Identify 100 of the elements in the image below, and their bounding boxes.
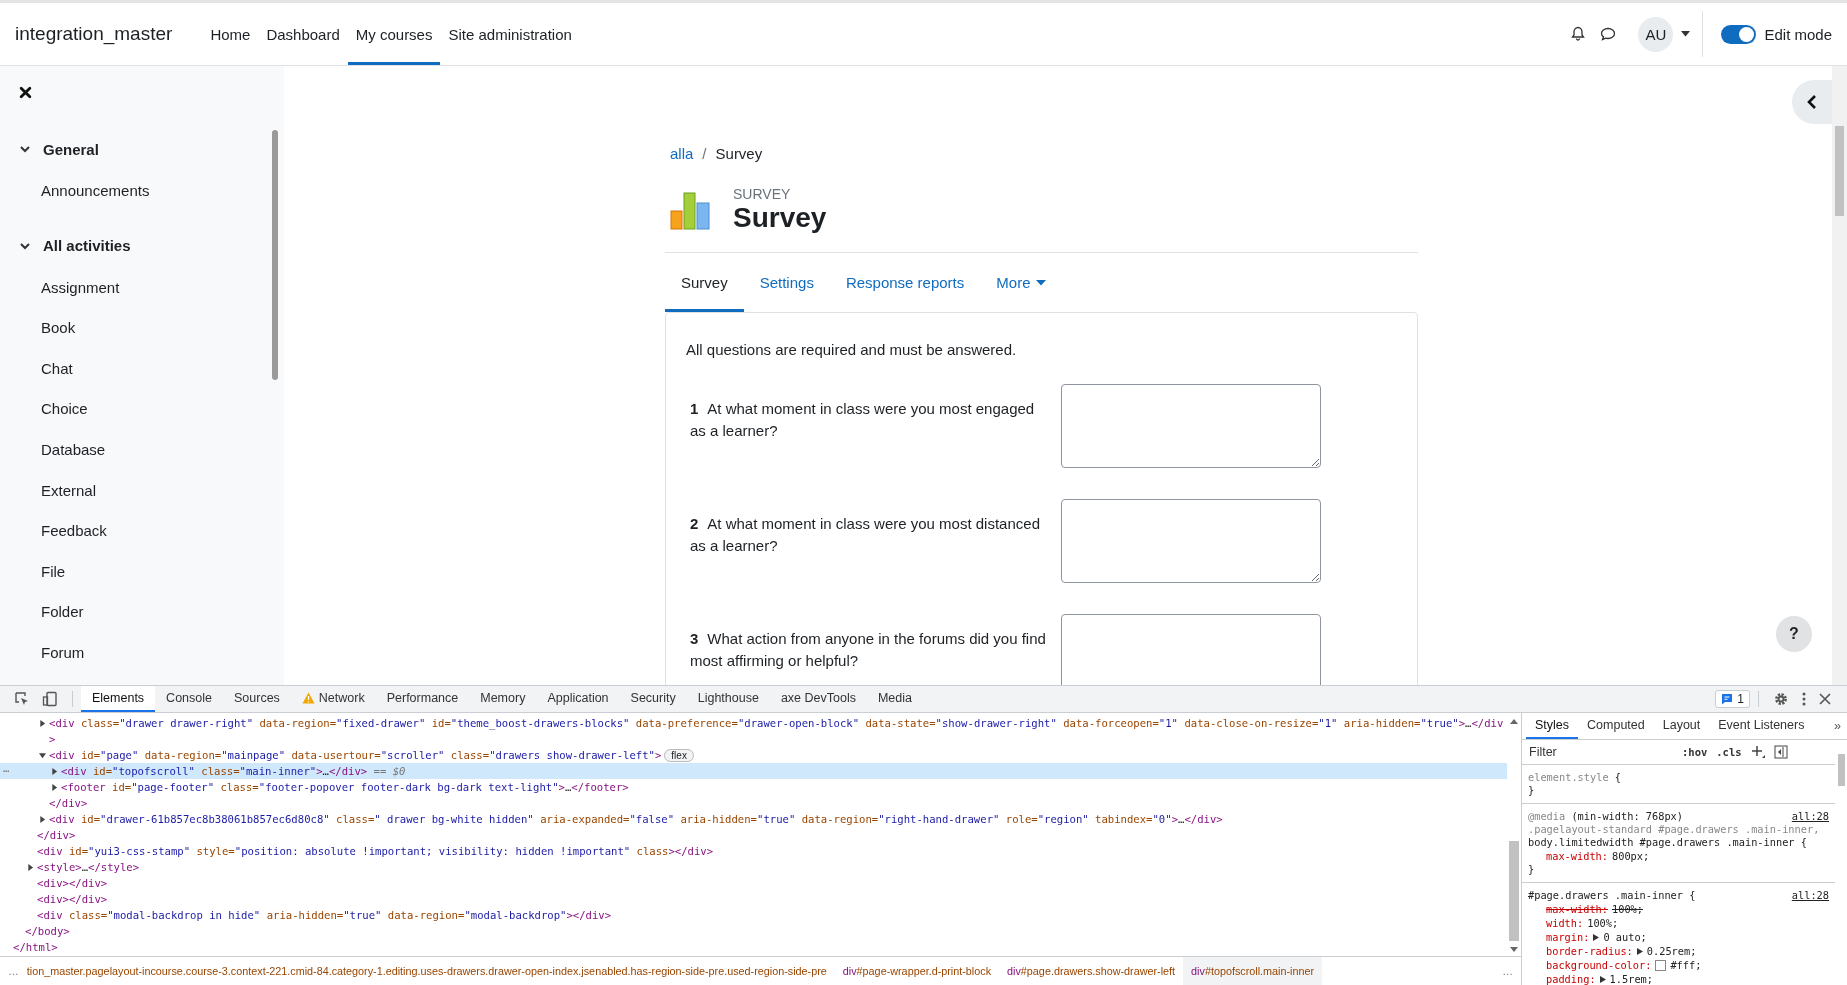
site-name[interactable]: integration_master bbox=[15, 23, 173, 45]
activity-link[interactable]: Announcements bbox=[19, 171, 272, 212]
dom-row[interactable]: <div id="drawer-61b857ec8b38061b857ec6d80c8" class=" drawer bg-white hidden" aria-expanded="false" aria-hidden="true" data-region="right-hand-drawer" role="region" tabindex="0">…</div> bbox=[0, 811, 1507, 827]
dom-row[interactable]: </div> bbox=[0, 795, 1507, 811]
scrollbar-thumb[interactable] bbox=[272, 130, 278, 380]
devtools-tab[interactable]: Console bbox=[155, 686, 223, 712]
css-value[interactable]: 100%; bbox=[1612, 902, 1643, 916]
triangle-icon[interactable] bbox=[51, 768, 58, 775]
hov-button[interactable]: :hov bbox=[1682, 745, 1708, 759]
triangle-icon[interactable] bbox=[1636, 947, 1643, 955]
activity-link[interactable]: Choice bbox=[19, 389, 272, 430]
triangle-icon[interactable] bbox=[39, 720, 46, 727]
css-property[interactable]: background-color: bbox=[1546, 958, 1652, 972]
activity-link[interactable]: Database bbox=[19, 429, 272, 471]
settings-icon[interactable] bbox=[1773, 691, 1789, 707]
dom-row[interactable]: <div></div> bbox=[0, 875, 1507, 891]
more-menu-tab[interactable]: More bbox=[980, 265, 1063, 312]
activity-link[interactable]: Assignment bbox=[19, 267, 272, 309]
scroll-up-icon[interactable] bbox=[1510, 719, 1518, 724]
section-title[interactable]: General bbox=[43, 140, 99, 158]
css-property[interactable]: margin: bbox=[1546, 930, 1590, 944]
scroll-down-icon[interactable] bbox=[1510, 947, 1518, 952]
dom-row[interactable]: <div id="page" data-region="mainpage" data-usertour="scroller" class="drawers show-drawer-left"> flex bbox=[0, 747, 1507, 763]
css-property[interactable]: max-width: bbox=[1546, 902, 1608, 916]
devtools-tab[interactable]: Media bbox=[866, 686, 923, 712]
css-value[interactable]: 100%; bbox=[1587, 916, 1619, 930]
scrollbar-thumb[interactable] bbox=[1509, 841, 1519, 941]
dom-row[interactable]: <div class="modal-backdrop in hide" aria-hidden="true" data-region="modal-backdrop"></div> bbox=[0, 907, 1507, 923]
scroll-left-button[interactable]: … bbox=[0, 965, 27, 977]
breadcrumb-link[interactable]: alla bbox=[670, 145, 694, 162]
triangle-icon[interactable] bbox=[1599, 975, 1606, 983]
css-value[interactable]: 0 auto; bbox=[1603, 930, 1647, 944]
triangle-icon[interactable] bbox=[27, 864, 34, 871]
activity-link[interactable]: Folder bbox=[19, 592, 272, 633]
css-value[interactable]: #fff; bbox=[1670, 958, 1702, 972]
source-link[interactable]: all:28 bbox=[1791, 810, 1829, 823]
sidebar-tab[interactable]: Event Listeners bbox=[1709, 713, 1814, 739]
devtools-tab[interactable]: Lighthouse bbox=[686, 686, 770, 712]
dom-row[interactable]: </html> bbox=[0, 939, 1507, 955]
row-menu-marker[interactable]: … bbox=[3, 760, 10, 776]
caret-icon[interactable] bbox=[1681, 31, 1691, 37]
css-property[interactable]: width: bbox=[1546, 916, 1584, 930]
devtools-tab[interactable]: Application bbox=[536, 686, 620, 712]
tab[interactable]: Response reports bbox=[829, 265, 981, 312]
tab[interactable]: Settings bbox=[743, 265, 830, 312]
inspect-icon[interactable] bbox=[14, 691, 30, 707]
color-swatch[interactable] bbox=[1655, 959, 1667, 971]
issues-badge[interactable]: 1 bbox=[1715, 690, 1750, 708]
kebab-menu-icon[interactable] bbox=[1801, 691, 1807, 707]
nav-link[interactable]: Home bbox=[202, 3, 259, 65]
css-property[interactable]: padding: bbox=[1546, 972, 1596, 985]
devtools-tab[interactable]: Security bbox=[619, 686, 687, 712]
dom-row[interactable]: <div></div> bbox=[0, 891, 1507, 907]
sidebar-tab[interactable]: Computed bbox=[1578, 713, 1654, 739]
answer-box[interactable] bbox=[1061, 499, 1321, 583]
element-crumb[interactable]: div#topofscroll.main-inner bbox=[1183, 957, 1323, 985]
dom-row[interactable]: </div> bbox=[0, 827, 1507, 843]
devtools-tab[interactable]: Sources bbox=[223, 686, 291, 712]
scroll-right-button[interactable]: … bbox=[1494, 965, 1521, 977]
dom-row[interactable]: <style>…</style> bbox=[0, 859, 1507, 875]
triangle-icon[interactable] bbox=[1593, 933, 1600, 941]
devtools-tab[interactable]: Network bbox=[290, 686, 376, 712]
user-avatar[interactable]: AU bbox=[1638, 16, 1674, 52]
nav-link[interactable]: Dashboard bbox=[258, 3, 348, 65]
devtools-tab[interactable]: Memory bbox=[469, 686, 537, 712]
close-icon[interactable] bbox=[1819, 693, 1831, 705]
activity-link[interactable]: Chat bbox=[19, 348, 272, 390]
element-crumb[interactable]: div#page-wrapper.d-print-block bbox=[834, 957, 1000, 985]
dom-row[interactable]: <div id="yui3-css-stamp" style="position: absolute !important; visibility: hidden !important" class></div> bbox=[0, 843, 1507, 859]
activity-link[interactable]: Book bbox=[19, 308, 272, 349]
css-property[interactable]: border-radius: bbox=[1546, 944, 1633, 958]
sidebar-tab[interactable]: Layout bbox=[1653, 713, 1710, 739]
nav-link[interactable]: My courses bbox=[347, 3, 441, 65]
source-link[interactable]: all:28 bbox=[1791, 889, 1829, 902]
device-icon[interactable] bbox=[42, 691, 58, 707]
layout-badge[interactable]: flex bbox=[664, 749, 694, 762]
cls-button[interactable]: .cls bbox=[1716, 745, 1742, 759]
dom-row[interactable]: … <div id="topofscroll" class="main-inner">…</div> == $0 bbox=[0, 763, 1507, 779]
dom-row[interactable]: </body> bbox=[0, 923, 1507, 939]
sidebar-toggle-icon[interactable] bbox=[1773, 745, 1788, 759]
element-crumb[interactable]: div#page.drawers.show-drawer-left bbox=[999, 957, 1184, 985]
css-value[interactable]: 800px; bbox=[1612, 849, 1650, 863]
more-tabs-button[interactable]: » bbox=[1828, 713, 1847, 739]
activity-link[interactable]: Feedback bbox=[19, 511, 272, 552]
answer-box[interactable] bbox=[1061, 614, 1321, 685]
help-button[interactable]: ? bbox=[1776, 616, 1812, 652]
scrollbar-thumb[interactable] bbox=[1837, 754, 1845, 786]
activity-link[interactable]: External bbox=[19, 470, 272, 512]
section-title[interactable]: All activities bbox=[43, 237, 131, 255]
scrollbar-thumb[interactable] bbox=[1835, 126, 1844, 216]
dom-row[interactable]: <footer id="page-footer" class="footer-popover footer-dark bg-dark text-light">…</footer> bbox=[0, 779, 1507, 795]
chevron-icon[interactable] bbox=[19, 143, 31, 155]
triangle-icon[interactable] bbox=[39, 816, 46, 823]
css-value[interactable]: 0.25rem; bbox=[1646, 944, 1697, 958]
css-value[interactable]: 1.5rem; bbox=[1609, 972, 1653, 985]
triangle-icon[interactable] bbox=[51, 784, 58, 791]
edit-mode-toggle[interactable] bbox=[1721, 24, 1757, 44]
devtools-tab[interactable]: Elements bbox=[81, 686, 156, 712]
css-property[interactable]: max-width: bbox=[1546, 849, 1608, 863]
drawer-toggle-button[interactable] bbox=[1792, 80, 1832, 124]
